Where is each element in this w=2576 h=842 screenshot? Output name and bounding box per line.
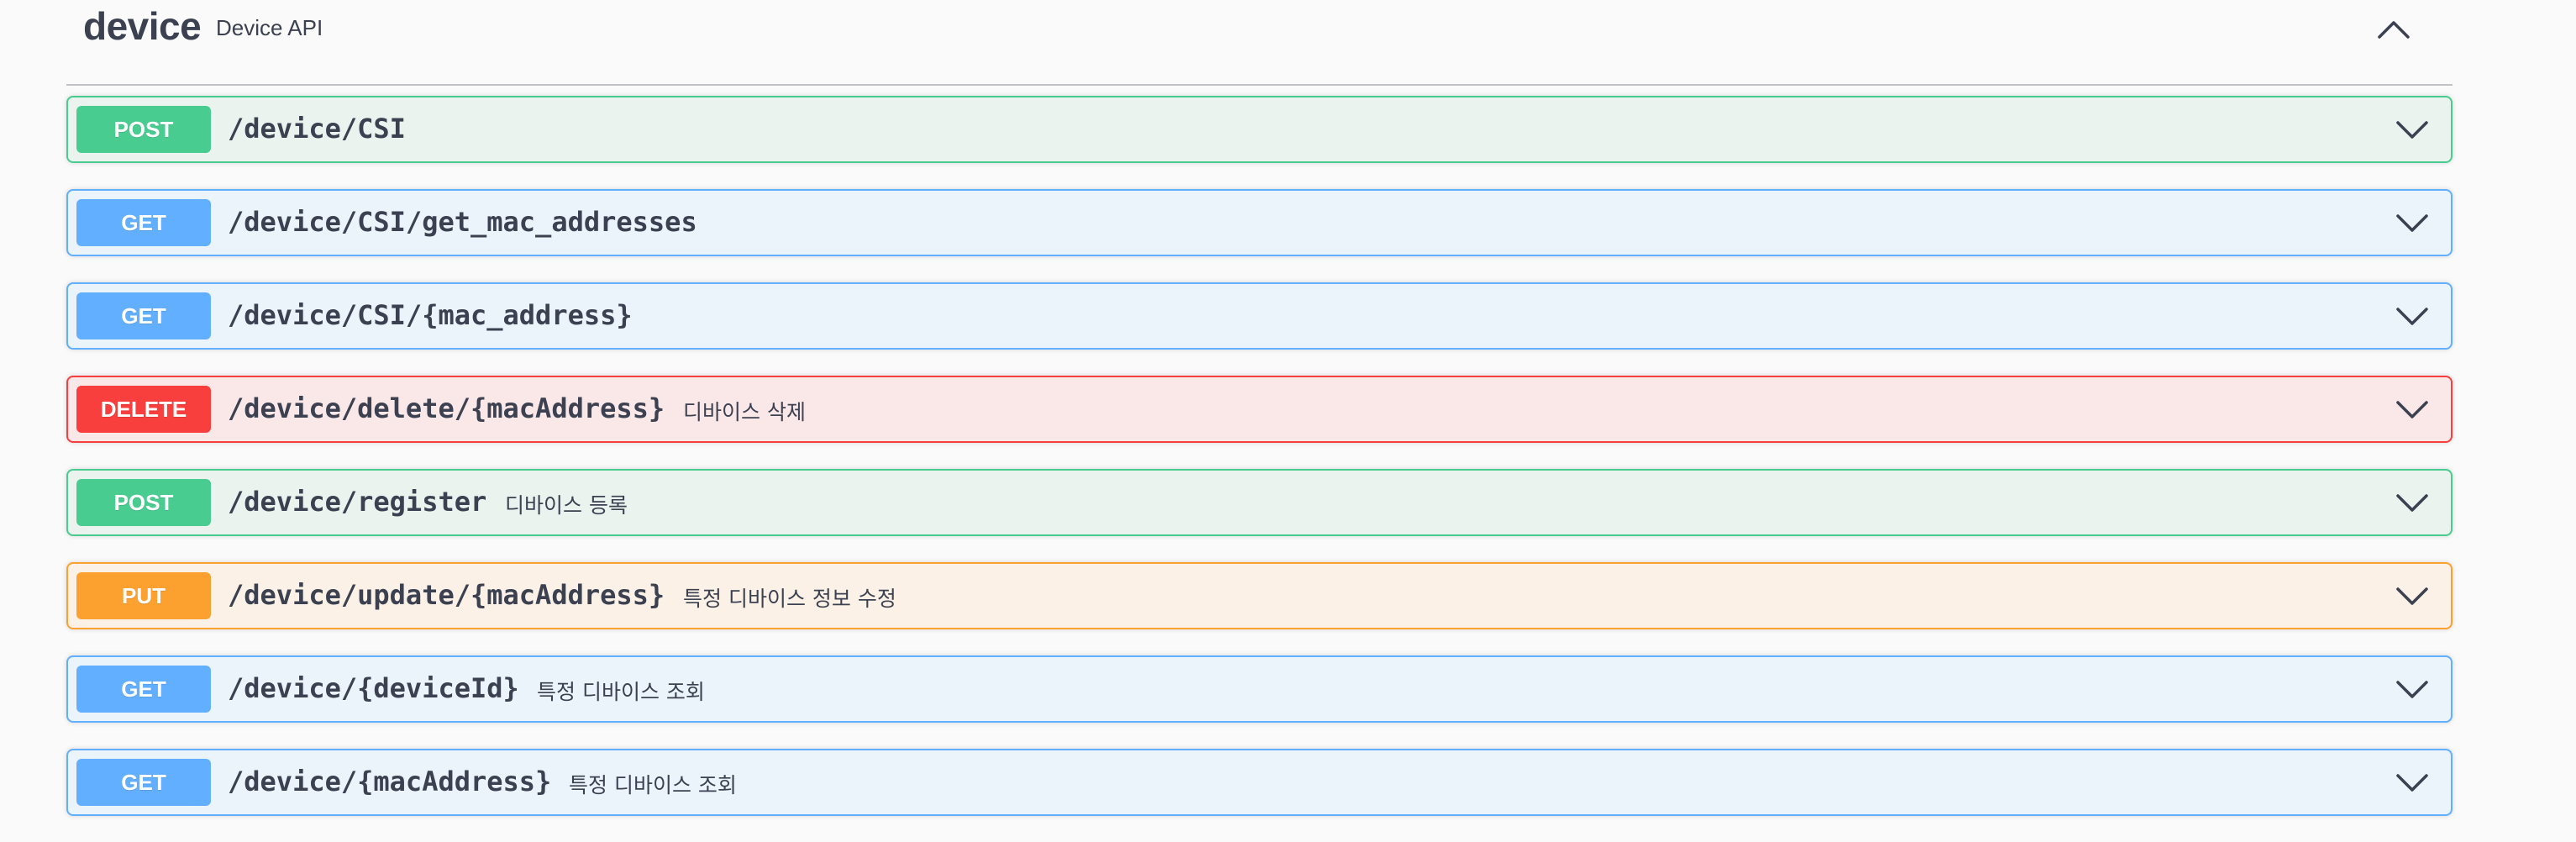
method-badge: POST xyxy=(76,479,211,526)
operation-get-device-csi-mac-address[interactable]: GET /device/CSI/{mac_address} xyxy=(66,282,2452,350)
method-badge: GET xyxy=(76,666,211,713)
tag-name: device xyxy=(83,4,202,48)
chevron-down-icon[interactable] xyxy=(2395,396,2429,424)
device-tag-section: device Device API POST /device/CSI GET /… xyxy=(0,0,2576,842)
operation-path: /device/update/{macAddress} xyxy=(228,579,665,611)
operation-summary: 특정 디바이스 조회 xyxy=(569,773,737,797)
operation-path: /device/register xyxy=(228,486,487,518)
operation-put-device-update[interactable]: PUT /device/update/{macAddress} 특정 디바이스 … xyxy=(66,562,2452,629)
operation-path: /device/CSI/{mac_address} xyxy=(228,299,633,331)
chevron-down-icon[interactable] xyxy=(2395,116,2429,145)
chevron-down-icon[interactable] xyxy=(2395,769,2429,797)
operation-post-device-csi[interactable]: POST /device/CSI xyxy=(66,96,2452,163)
method-badge: GET xyxy=(76,759,211,806)
operation-delete-device[interactable]: DELETE /device/delete/{macAddress} 디바이스 … xyxy=(66,376,2452,443)
method-badge: POST xyxy=(76,106,211,153)
operation-get-device-by-id[interactable]: GET /device/{deviceId} 특정 디바이스 조회 xyxy=(66,655,2452,723)
operation-path: /device/CSI xyxy=(228,113,406,145)
operation-path: /device/CSI/get_mac_addresses xyxy=(228,206,697,238)
operation-path: /device/delete/{macAddress} xyxy=(228,392,665,424)
operation-get-device-csi-mac-addresses[interactable]: GET /device/CSI/get_mac_addresses xyxy=(66,189,2452,256)
chevron-down-icon[interactable] xyxy=(2395,303,2429,331)
operation-post-device-register[interactable]: POST /device/register 디바이스 등록 xyxy=(66,469,2452,536)
method-badge: PUT xyxy=(76,572,211,619)
chevron-down-icon[interactable] xyxy=(2395,676,2429,704)
chevron-down-icon[interactable] xyxy=(2395,582,2429,611)
tag-header[interactable]: device Device API xyxy=(66,0,2452,86)
method-badge: GET xyxy=(76,292,211,339)
collapse-tag-button[interactable] xyxy=(2368,8,2419,50)
operation-path: /device/{deviceId} xyxy=(228,672,519,704)
operation-path: /device/{macAddress} xyxy=(228,766,552,797)
method-badge: DELETE xyxy=(76,386,211,433)
chevron-up-icon xyxy=(2377,19,2410,39)
operation-summary: 디바이스 삭제 xyxy=(683,400,806,424)
operation-summary: 디바이스 등록 xyxy=(505,493,628,518)
method-badge: GET xyxy=(76,199,211,246)
operation-summary: 특정 디바이스 조회 xyxy=(537,680,705,704)
operation-get-device-by-mac[interactable]: GET /device/{macAddress} 특정 디바이스 조회 xyxy=(66,749,2452,816)
operation-summary: 특정 디바이스 정보 수정 xyxy=(683,587,896,611)
chevron-down-icon[interactable] xyxy=(2395,209,2429,238)
chevron-down-icon[interactable] xyxy=(2395,489,2429,518)
tag-description: Device API xyxy=(216,15,323,40)
